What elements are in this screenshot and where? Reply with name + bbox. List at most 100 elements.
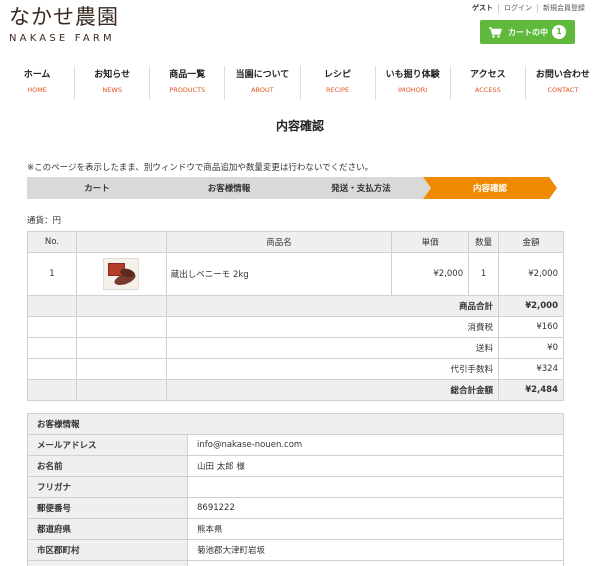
step-label: お客様情報 bbox=[207, 184, 251, 194]
cart-count-badge: 1 bbox=[552, 25, 566, 39]
cod-fee-row: 代引手数料 ¥324 bbox=[27, 358, 564, 380]
col-unit-price: 単価 bbox=[391, 231, 470, 253]
nav-sublabel: ABOUT bbox=[251, 86, 274, 94]
furigana-value bbox=[187, 476, 564, 498]
nav-item-home[interactable]: ホーム HOME bbox=[0, 66, 74, 100]
field-label: 郵便番号 bbox=[27, 497, 188, 519]
nav-item-recipe[interactable]: レシピ RECIPE bbox=[299, 66, 375, 100]
tax-label: 消費税 bbox=[165, 316, 500, 338]
blank-cell bbox=[75, 379, 167, 401]
guest-label: ゲスト bbox=[472, 4, 493, 12]
name-value: 山田 太郎 様 bbox=[187, 455, 564, 477]
field-value bbox=[187, 560, 564, 566]
item-name: 蔵出しベニーモ 2kg bbox=[165, 252, 393, 296]
nav-label: 当園について bbox=[235, 70, 290, 80]
nav-sublabel: ACCESS bbox=[474, 86, 501, 94]
city-value: 菊池郡大津町岩坂 bbox=[187, 539, 564, 561]
cod-fee-label: 代引手数料 bbox=[165, 358, 500, 380]
step-confirm: 内容確認 bbox=[423, 177, 557, 199]
nav-sublabel: RECIPE bbox=[326, 86, 350, 94]
currency-label: 通貨：円 bbox=[27, 216, 62, 226]
table-row: 都道府県 熊本県 bbox=[27, 518, 564, 540]
shipping-label: 送料 bbox=[165, 337, 500, 359]
item-unit-price: ¥2,000 bbox=[391, 252, 470, 296]
nav-label: レシピ bbox=[324, 70, 352, 80]
cart-label: カートの中 bbox=[508, 27, 548, 37]
main-nav: ホーム HOME お知らせ NEWS 商品一覧 PRODUCTS 当園について ABOU… bbox=[0, 66, 600, 100]
customer-info-table: お客様情報 メールアドレス info@nakase-nouen.com お名前 … bbox=[27, 413, 564, 566]
site-logo[interactable]: なかせ農園 NAKASE FARM bbox=[9, 4, 119, 44]
step-shipping-payment: 発送・支払方法 bbox=[291, 177, 431, 199]
nav-item-access[interactable]: アクセス ACCESS bbox=[449, 66, 525, 100]
nav-sublabel: IMOHORI bbox=[398, 86, 428, 94]
nav-sublabel: HOME bbox=[27, 86, 47, 94]
item-no: 1 bbox=[27, 252, 77, 296]
tax-value: ¥160 bbox=[498, 316, 564, 338]
nav-item-imohori[interactable]: いも掘り体験 IMOHORI bbox=[374, 66, 450, 100]
logo-en-text: NAKASE FARM bbox=[9, 33, 115, 44]
shipping-value: ¥0 bbox=[498, 337, 564, 359]
table-header-row: No. 商品名 単価 数量 金額 bbox=[27, 231, 564, 253]
table-row: 郵便番号 8691222 bbox=[27, 497, 564, 519]
blank-cell bbox=[75, 316, 167, 338]
nav-item-products[interactable]: 商品一覧 PRODUCTS bbox=[149, 66, 224, 100]
step-label: カート bbox=[84, 184, 110, 194]
nav-label: いも掘り体験 bbox=[385, 70, 440, 80]
shipping-row: 送料 ¥0 bbox=[27, 337, 564, 359]
field-label: 都道府県 bbox=[27, 518, 188, 540]
field-label: お名前 bbox=[27, 455, 188, 477]
col-no: No. bbox=[27, 231, 77, 253]
login-link[interactable]: ログイン bbox=[498, 4, 537, 13]
col-amount: 金額 bbox=[498, 231, 564, 253]
step-cart: カート bbox=[27, 177, 167, 199]
register-link[interactable]: 新規会員登録 bbox=[537, 4, 590, 13]
logo-jp-text: なかせ農園 bbox=[9, 5, 119, 29]
notice-text: ※このページを表示したまま、別ウィンドウで商品追加や数量変更は行わないでください… bbox=[27, 163, 374, 173]
top-links: ゲスト ログイン 新規会員登録 bbox=[467, 4, 590, 13]
nav-label: ホーム bbox=[23, 70, 51, 80]
nav-sublabel: CONTACT bbox=[547, 86, 579, 94]
nav-item-news[interactable]: お知らせ NEWS bbox=[74, 66, 149, 100]
table-row: 1 蔵出しベニーモ 2kg ¥2,000 1 ¥2,000 bbox=[27, 252, 564, 296]
nav-label: お知らせ bbox=[94, 70, 131, 80]
table-row bbox=[27, 560, 564, 566]
nav-item-about[interactable]: 当園について ABOUT bbox=[224, 66, 299, 100]
field-label: 市区郡町村 bbox=[27, 539, 188, 561]
table-row: フリガナ bbox=[27, 476, 564, 498]
order-items-table: No. 商品名 単価 数量 金額 1 蔵出しベニーモ 2kg ¥2,000 1 … bbox=[27, 231, 564, 401]
nav-item-contact[interactable]: お問い合わせ CONTACT bbox=[524, 66, 600, 100]
blank-cell bbox=[27, 337, 77, 359]
customer-info-heading: お客様情報 bbox=[27, 413, 564, 435]
postal-code-value: 8691222 bbox=[187, 497, 564, 519]
page-title: 内容確認 bbox=[275, 119, 324, 133]
col-image bbox=[75, 231, 167, 253]
cart-button[interactable]: カートの中 1 bbox=[480, 20, 575, 44]
table-row: メールアドレス info@nakase-nouen.com bbox=[27, 434, 564, 456]
subtotal-value: ¥2,000 bbox=[498, 295, 564, 317]
table-row: お名前 山田 太郎 様 bbox=[27, 455, 564, 477]
blank-cell bbox=[75, 358, 167, 380]
blank-cell bbox=[27, 379, 77, 401]
subtotal-label: 商品合計 bbox=[165, 295, 500, 317]
email-value: info@nakase-nouen.com bbox=[187, 434, 564, 456]
field-label: フリガナ bbox=[27, 476, 188, 498]
nav-sublabel: NEWS bbox=[102, 86, 122, 94]
nav-sublabel: PRODUCTS bbox=[169, 86, 206, 94]
blank-cell bbox=[27, 358, 77, 380]
col-qty: 数量 bbox=[468, 231, 500, 253]
blank-cell bbox=[75, 295, 167, 317]
cart-icon bbox=[489, 26, 502, 38]
cod-fee-value: ¥324 bbox=[498, 358, 564, 380]
table-row: 市区郡町村 菊池郡大津町岩坂 bbox=[27, 539, 564, 561]
grand-total-row: 総合計金額 ¥2,484 bbox=[27, 379, 564, 401]
checkout-steps: カート お客様情報 発送・支払方法 内容確認 bbox=[27, 177, 557, 199]
field-label: メールアドレス bbox=[27, 434, 188, 456]
grand-total-value: ¥2,484 bbox=[498, 379, 564, 401]
step-label: 内容確認 bbox=[472, 184, 507, 194]
item-amount: ¥2,000 bbox=[498, 252, 564, 296]
nav-label: 商品一覧 bbox=[169, 70, 206, 80]
grand-total-label: 総合計金額 bbox=[165, 379, 500, 401]
subtotal-row: 商品合計 ¥2,000 bbox=[27, 295, 564, 317]
blank-cell bbox=[27, 295, 77, 317]
blank-cell bbox=[27, 316, 77, 338]
